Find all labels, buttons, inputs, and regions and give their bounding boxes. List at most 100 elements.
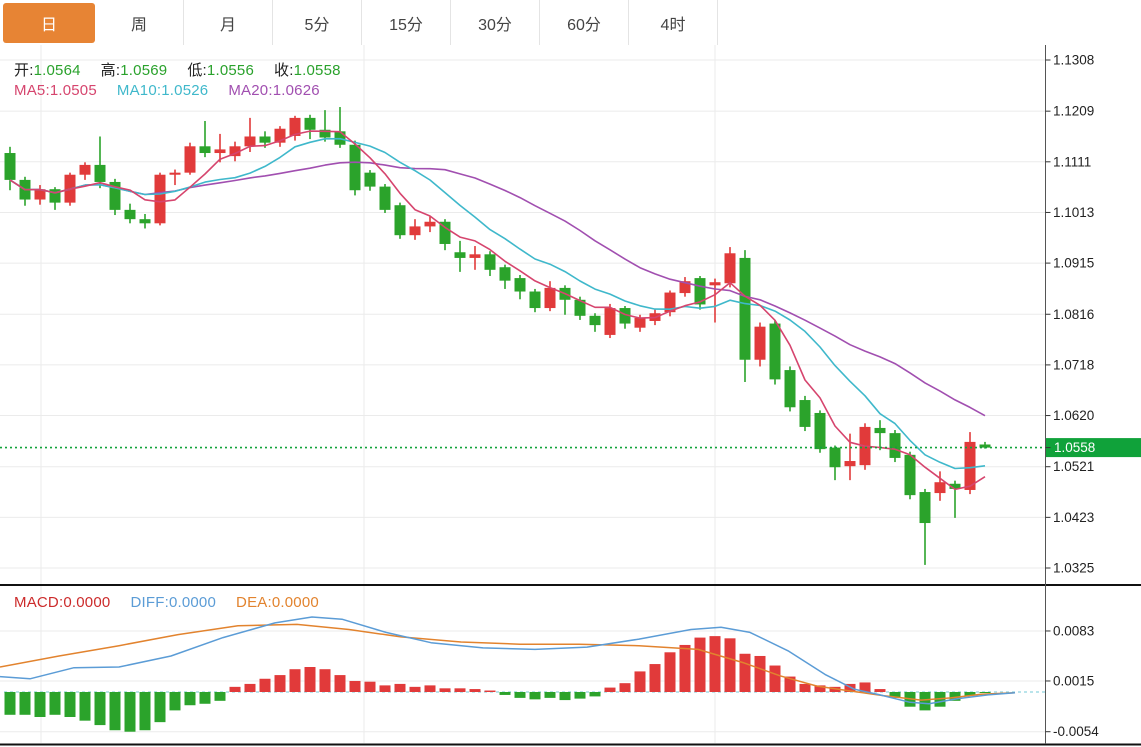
candle-body bbox=[455, 252, 466, 258]
macd-bar bbox=[5, 692, 16, 715]
tab-period-3[interactable]: 5分 bbox=[273, 0, 362, 45]
candle-body bbox=[395, 205, 406, 235]
macd-bar bbox=[35, 692, 46, 717]
macd-bar bbox=[260, 679, 271, 692]
tab-period-0[interactable]: 日 bbox=[3, 3, 95, 43]
axis-label: 1.0620 bbox=[1053, 408, 1094, 423]
macd-bar bbox=[425, 685, 436, 692]
period-tabs: 日周月5分15分30分60分4时 bbox=[0, 0, 718, 45]
macd-bar bbox=[50, 692, 61, 715]
tab-period-7[interactable]: 4时 bbox=[629, 0, 718, 45]
candle-body bbox=[740, 258, 751, 360]
candle-body bbox=[380, 187, 391, 210]
macd-bar bbox=[560, 692, 571, 700]
macd-bar bbox=[710, 636, 721, 692]
macd-bar bbox=[590, 692, 601, 696]
macd-bar bbox=[530, 692, 541, 699]
chart-plot-area[interactable]: 1.13081.12091.11111.10131.09151.08161.07… bbox=[0, 45, 1141, 747]
diff-line bbox=[0, 617, 1015, 704]
candle-body bbox=[905, 455, 916, 495]
macd-bar bbox=[515, 692, 526, 698]
macd-bar bbox=[350, 681, 361, 692]
macd-bar bbox=[140, 692, 151, 730]
candle-body bbox=[605, 308, 616, 335]
candle-body bbox=[530, 292, 541, 309]
axis-label: 0.0083 bbox=[1053, 623, 1094, 638]
candle-body bbox=[365, 173, 376, 187]
axis-label: -0.0054 bbox=[1053, 724, 1099, 739]
macd-bar bbox=[335, 675, 346, 692]
candle-body bbox=[725, 253, 736, 283]
candle-body bbox=[965, 442, 976, 490]
tab-period-5[interactable]: 30分 bbox=[451, 0, 540, 45]
price-tag-label: 1.0558 bbox=[1054, 440, 1095, 455]
macd-bar bbox=[80, 692, 91, 721]
macd-bar bbox=[980, 692, 991, 693]
macd-bar bbox=[200, 692, 211, 704]
macd-bar bbox=[500, 692, 511, 695]
candle-body bbox=[80, 165, 91, 175]
axis-label: 1.0325 bbox=[1053, 561, 1094, 576]
macd-bar bbox=[305, 667, 316, 692]
axis-label: 1.0718 bbox=[1053, 357, 1094, 372]
candle-body bbox=[755, 327, 766, 360]
macd-bar bbox=[680, 645, 691, 692]
macd-bar bbox=[110, 692, 121, 730]
macd-bar bbox=[155, 692, 166, 722]
axis-label: 1.0816 bbox=[1053, 307, 1094, 322]
candle-body bbox=[500, 267, 511, 280]
candle-body bbox=[350, 145, 361, 190]
candle-body bbox=[185, 146, 196, 172]
macd-bar bbox=[395, 684, 406, 692]
candle-body bbox=[245, 136, 256, 146]
macd-bar bbox=[635, 671, 646, 692]
macd-bar bbox=[920, 692, 931, 710]
macd-bar bbox=[95, 692, 106, 725]
macd-bar bbox=[770, 666, 781, 692]
candle-body bbox=[920, 492, 931, 523]
macd-bar bbox=[695, 638, 706, 692]
axis-label: 1.0521 bbox=[1053, 459, 1094, 474]
candle-body bbox=[770, 324, 781, 380]
axis-label: 1.1111 bbox=[1053, 154, 1091, 169]
macd-bar bbox=[125, 692, 136, 732]
macd-bar bbox=[620, 683, 631, 692]
candle-body bbox=[305, 118, 316, 130]
candle-body bbox=[485, 254, 496, 270]
axis-label: 1.0423 bbox=[1053, 510, 1094, 525]
macd-bar bbox=[740, 654, 751, 692]
candle-body bbox=[125, 210, 136, 219]
tab-period-6[interactable]: 60分 bbox=[540, 0, 629, 45]
macd-bar bbox=[20, 692, 31, 715]
macd-bar bbox=[755, 656, 766, 692]
candle-body bbox=[785, 370, 796, 407]
macd-bar bbox=[800, 684, 811, 692]
candle-body bbox=[890, 433, 901, 458]
tab-period-2[interactable]: 月 bbox=[184, 0, 273, 45]
tab-period-1[interactable]: 周 bbox=[95, 0, 184, 45]
macd-bar bbox=[470, 689, 481, 692]
candle-body bbox=[170, 173, 181, 175]
candle-body bbox=[845, 461, 856, 466]
candle-body bbox=[95, 165, 106, 182]
macd-bar bbox=[320, 669, 331, 692]
candle-body bbox=[425, 222, 436, 227]
tab-period-4[interactable]: 15分 bbox=[362, 0, 451, 45]
candle-body bbox=[590, 316, 601, 325]
macd-bar bbox=[65, 692, 76, 717]
axis-label: 1.1308 bbox=[1053, 53, 1094, 68]
macd-bar bbox=[290, 669, 301, 692]
macd-bar bbox=[605, 688, 616, 692]
macd-bar bbox=[650, 664, 661, 692]
macd-bar bbox=[380, 685, 391, 692]
macd-bar bbox=[215, 692, 226, 701]
macd-bar bbox=[665, 652, 676, 692]
candle-body bbox=[635, 318, 646, 328]
candle-body bbox=[830, 448, 841, 468]
macd-bar bbox=[230, 687, 241, 692]
candle-body bbox=[815, 413, 826, 449]
macd-bar bbox=[170, 692, 181, 710]
macd-bar bbox=[440, 688, 451, 692]
macd-bar bbox=[185, 692, 196, 705]
candle-body bbox=[200, 146, 211, 153]
